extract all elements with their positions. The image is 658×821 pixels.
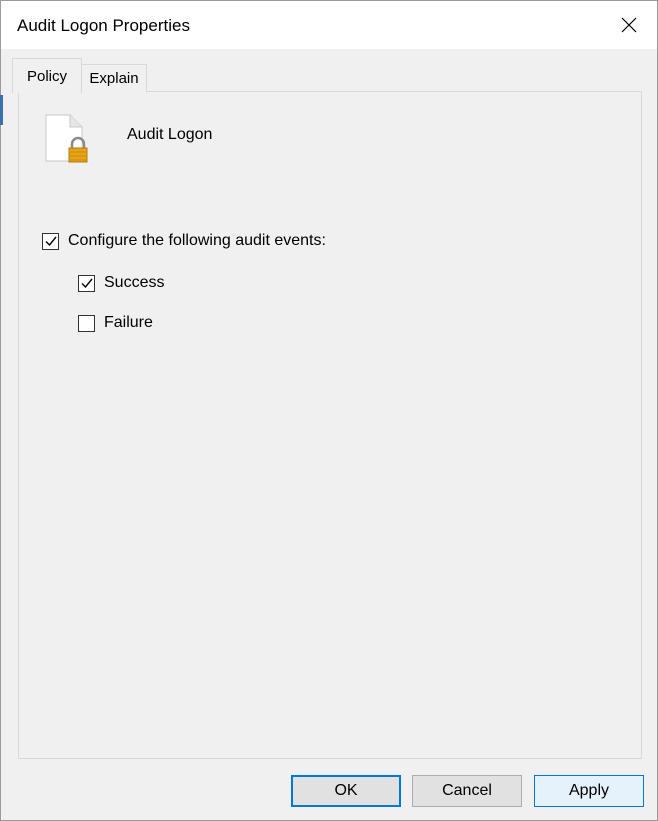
apply-button[interactable]: Apply (534, 775, 644, 807)
checkmark-icon (45, 236, 57, 247)
window-title: Audit Logon Properties (17, 16, 190, 35)
ok-button[interactable]: OK (291, 775, 401, 807)
title-bar: Audit Logon Properties (1, 1, 657, 49)
cancel-button[interactable]: Cancel (412, 775, 522, 807)
close-icon (621, 17, 637, 33)
configure-label: Configure the following audit events: (68, 232, 326, 249)
checkmark-icon (81, 278, 93, 289)
close-button[interactable] (601, 1, 657, 49)
apply-button-label: Apply (568, 782, 610, 799)
document-lock-icon (44, 113, 92, 165)
tab-explain[interactable]: Explain (81, 64, 147, 92)
success-checkbox-row[interactable]: Success (78, 274, 164, 292)
failure-checkbox-row[interactable]: Failure (78, 314, 153, 332)
failure-label: Failure (104, 314, 153, 331)
tab-panel (18, 91, 642, 759)
ok-button-label: OK (334, 782, 358, 799)
configure-checkbox-row[interactable]: Configure the following audit events: (42, 232, 326, 250)
tab-policy[interactable]: Policy (12, 58, 82, 93)
success-checkbox[interactable] (78, 274, 95, 292)
background-window-edge (0, 95, 3, 125)
tab-explain-label: Explain (89, 70, 139, 87)
cancel-button-label: Cancel (442, 782, 492, 799)
failure-checkbox[interactable] (78, 314, 95, 332)
policy-name: Audit Logon (127, 126, 213, 143)
tab-policy-label: Policy (26, 67, 67, 85)
configure-checkbox[interactable] (42, 232, 59, 250)
success-label: Success (104, 274, 165, 291)
